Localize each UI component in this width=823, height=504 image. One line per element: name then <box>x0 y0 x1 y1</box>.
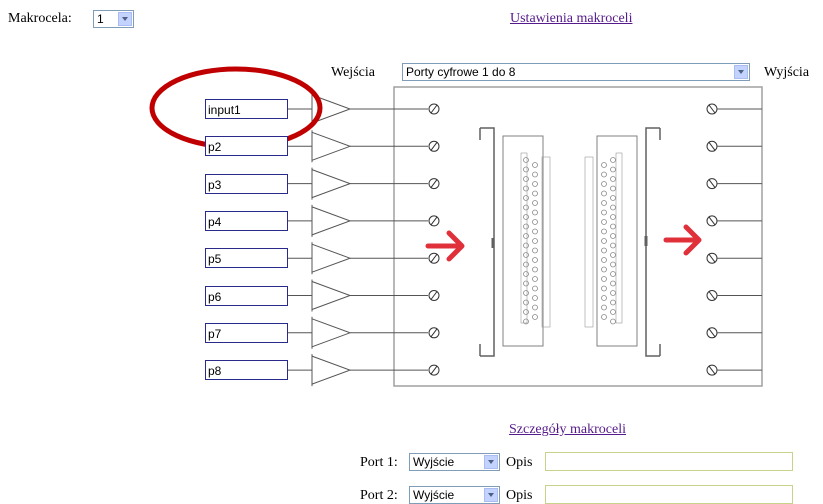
connector-pin <box>601 285 607 292</box>
port-1-label: Port 1: <box>360 455 398 470</box>
connector-pin <box>532 285 538 292</box>
input-pin-icon <box>428 327 440 339</box>
connector-pin <box>523 214 529 220</box>
connector-pin <box>610 157 616 163</box>
connector-pin <box>523 309 529 315</box>
input-pin-icon <box>428 215 440 227</box>
connector-pin <box>523 185 529 192</box>
input-pin-icon <box>428 178 440 190</box>
connector-pin <box>610 223 616 230</box>
connector-pin <box>601 276 607 282</box>
input-name-field-6[interactable]: p6 <box>205 285 288 306</box>
port-1-desc-input[interactable] <box>545 452 793 471</box>
input-name-field-4[interactable]: p4 <box>205 210 288 231</box>
connector-pin <box>523 252 529 258</box>
connector-pin <box>532 200 538 206</box>
input-name-field-8[interactable]: p8 <box>205 360 288 381</box>
port-1-direction-select[interactable]: Wyjście <box>409 453 500 471</box>
connector-pin <box>610 233 616 239</box>
connector-pin <box>523 299 529 306</box>
input-pin-icon <box>428 252 440 264</box>
connector-pin <box>532 219 538 225</box>
connector-pin <box>523 157 529 163</box>
input-name-field-2[interactable]: p2 <box>205 136 288 157</box>
connector-pin <box>601 228 607 235</box>
connector-pin <box>532 295 538 301</box>
connector-pin <box>610 299 616 306</box>
connector-pin <box>523 261 529 268</box>
connector-pin <box>601 162 607 168</box>
connector-pin <box>610 195 616 201</box>
connector-pin <box>523 204 529 211</box>
connector-pin <box>532 238 538 244</box>
connector-pin <box>601 266 607 273</box>
input-pin-icon <box>428 140 440 152</box>
connector-pin <box>523 195 529 201</box>
connector-pin <box>523 233 529 239</box>
connector-pin <box>532 181 538 187</box>
connector-pin <box>610 318 616 325</box>
connector-pin <box>601 219 607 225</box>
connector-pin <box>610 185 616 192</box>
connector-pin <box>532 247 538 254</box>
connector-pin <box>601 190 607 197</box>
connector-pin <box>523 176 529 182</box>
connector-pin <box>601 304 607 311</box>
port-2-label: Port 2: <box>360 488 398 503</box>
connector-pin <box>610 290 616 296</box>
connector-pin <box>610 176 616 182</box>
connector-pin <box>532 304 538 311</box>
port-2-desc-input[interactable] <box>545 485 793 504</box>
input-pin-icon <box>428 290 440 301</box>
connector-pin <box>601 314 607 320</box>
chevron-down-icon <box>484 455 498 469</box>
connector-pin <box>610 280 616 287</box>
connector-pin <box>532 171 538 178</box>
connector-pin <box>532 276 538 282</box>
input-pin-icon <box>428 103 440 115</box>
connector-pin <box>532 228 538 235</box>
input-pin-icon <box>428 364 440 376</box>
port-1-desc-label: Opis <box>506 455 533 470</box>
connector-pin <box>601 257 607 263</box>
connector-pin <box>523 242 529 249</box>
connector-pin <box>532 257 538 263</box>
connector-pin <box>601 247 607 254</box>
port-2-desc-label: Opis <box>506 488 533 503</box>
macrocell-details-link[interactable]: Szczegóły makroceli <box>509 422 626 438</box>
input-name-field-7[interactable]: p7 <box>205 322 288 343</box>
connector-pin <box>532 162 538 168</box>
connector-pin <box>532 266 538 273</box>
connector-pin <box>523 223 529 230</box>
connector-pin <box>601 295 607 301</box>
connector-pin <box>601 200 607 206</box>
connector-pin <box>523 166 529 173</box>
port-1-direction-value: Wyjście <box>413 455 455 469</box>
connector-pin <box>610 242 616 249</box>
input-name-field-5[interactable]: p5 <box>205 248 288 269</box>
connector-pin <box>610 166 616 173</box>
connector-pin <box>610 204 616 211</box>
connector-pin <box>523 290 529 296</box>
macrocell-diagram <box>149 66 763 387</box>
input-name-field-3[interactable]: p3 <box>205 173 288 194</box>
connector-pin <box>601 209 607 216</box>
port-2-direction-value: Wyjście <box>413 488 455 502</box>
connector-pin <box>523 280 529 287</box>
connector-pin <box>610 214 616 220</box>
connector-pin <box>601 181 607 187</box>
port-2-direction-select[interactable]: Wyjście <box>409 486 500 504</box>
connector-pin <box>610 309 616 315</box>
connector-pin <box>601 238 607 244</box>
connector-pin <box>532 209 538 216</box>
connector-pin <box>532 314 538 320</box>
connector-pin <box>601 171 607 178</box>
connector-pin <box>610 261 616 268</box>
connector-pin <box>610 271 616 277</box>
chevron-down-icon <box>484 488 498 502</box>
connector-pin <box>523 271 529 277</box>
input-name-field-1[interactable]: input1 <box>205 99 288 119</box>
connector-pin <box>610 252 616 258</box>
connector-pin <box>532 190 538 197</box>
